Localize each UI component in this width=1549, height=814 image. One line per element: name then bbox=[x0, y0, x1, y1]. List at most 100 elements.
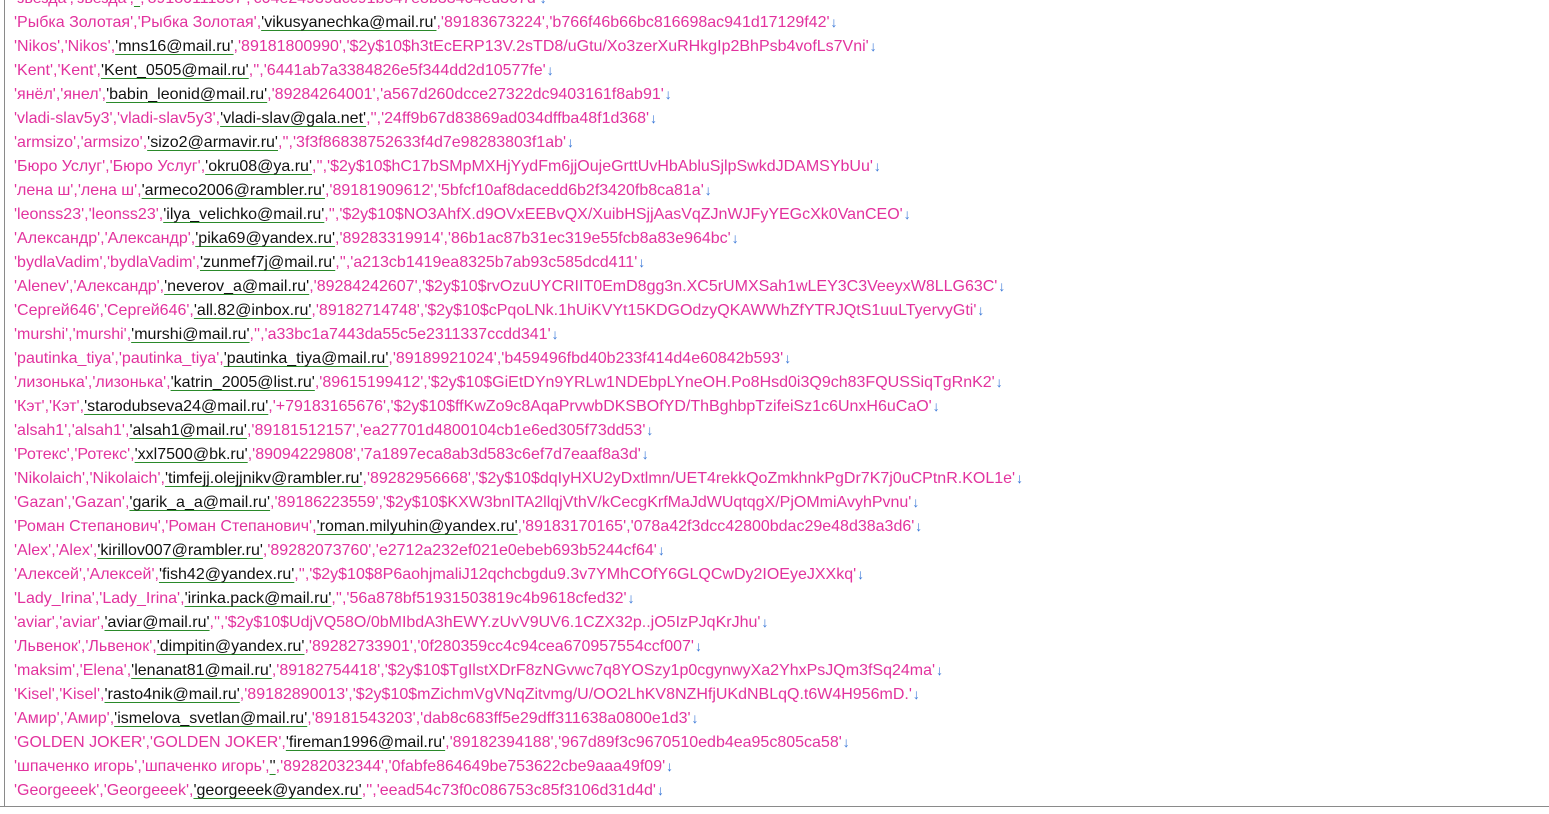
text-line[interactable]: 'Kisel','Kisel','rasto4nik@mail.ru','891… bbox=[14, 682, 1549, 706]
email-link[interactable]: 'fish42@yandex.ru' bbox=[159, 566, 294, 583]
text-line[interactable]: 'янёл','янел','babin_leonid@mail.ru','89… bbox=[14, 82, 1549, 106]
text-line[interactable]: 'Кэт','Кэт','starodubseva24@mail.ru','+7… bbox=[14, 394, 1549, 418]
text-line[interactable]: 'Рыбка Золотая','Рыбка Золотая','vikusya… bbox=[14, 10, 1549, 34]
text-line[interactable]: 'звезда','звезда','','89180111357','c04e… bbox=[14, 0, 1549, 10]
text-line[interactable]: 'лена ш','лена ш','armeco2006@rambler.ru… bbox=[14, 178, 1549, 202]
text-line[interactable]: 'GOLDEN JOKER','GOLDEN JOKER','fireman19… bbox=[14, 730, 1549, 754]
email-link[interactable]: 'pautinka_tiya@mail.ru' bbox=[224, 350, 389, 367]
line-end-icon: ↓ bbox=[977, 302, 985, 318]
email-link[interactable]: 'neverov_a@mail.ru' bbox=[164, 278, 309, 295]
field-value: '89283319914' bbox=[339, 230, 444, 247]
text-line[interactable]: 'Alenev','Александр','neverov_a@mail.ru'… bbox=[14, 274, 1549, 298]
email-link[interactable]: 'fireman1996@mail.ru' bbox=[286, 734, 445, 751]
field-value: 'bydlaVadim' bbox=[14, 254, 103, 271]
text-line[interactable]: 'vladi-slav5y3','vladi-slav5y3','vladi-s… bbox=[14, 106, 1549, 130]
email-link[interactable]: 'vikusyanechka@mail.ru' bbox=[261, 14, 436, 31]
email-link[interactable]: 'all.82@inbox.ru' bbox=[194, 302, 312, 319]
field-value: '56a878bf51931503819c4b9618cfed32' bbox=[346, 590, 627, 607]
email-link[interactable]: 'Kent_0505@mail.ru' bbox=[101, 62, 249, 79]
text-line[interactable]: 'pautinka_tiya','pautinka_tiya','pautink… bbox=[14, 346, 1549, 370]
text-line[interactable]: 'aviar','aviar','aviar@mail.ru','','$2y$… bbox=[14, 610, 1549, 634]
email-link[interactable]: 'ilya_velichko@mail.ru' bbox=[163, 206, 324, 223]
field-value: 'leonss23' bbox=[14, 206, 85, 223]
field-value: 'Kent' bbox=[57, 62, 97, 79]
email-link[interactable]: 'garik_a_a@mail.ru' bbox=[129, 494, 270, 511]
email-link[interactable]: 'kirillov007@rambler.ru' bbox=[97, 542, 263, 559]
text-line[interactable]: 'Александр','Александр','pika69@yandex.r… bbox=[14, 226, 1549, 250]
email-link[interactable]: 'okru08@ya.ru' bbox=[205, 158, 312, 175]
email-link[interactable]: 'xxl7500@bk.ru' bbox=[135, 446, 248, 463]
email-link[interactable]: 'georgeeek@yandex.ru' bbox=[193, 782, 361, 799]
line-end-icon: ↓ bbox=[932, 398, 940, 414]
text-line[interactable]: 'Бюро Услуг','Бюро Услуг','okru08@ya.ru'… bbox=[14, 154, 1549, 178]
text-line[interactable]: 'Львенок','Львенок','dimpitin@yandex.ru'… bbox=[14, 634, 1549, 658]
text-line[interactable]: 'Gazan','Gazan','garik_a_a@mail.ru','891… bbox=[14, 490, 1549, 514]
field-value: 'bydlaVadim' bbox=[106, 254, 196, 271]
text-line[interactable]: 'Georgeeek','Georgeeek','georgeeek@yande… bbox=[14, 778, 1549, 802]
email-link[interactable]: 'timfejj.olejjnikv@rambler.ru' bbox=[165, 470, 363, 487]
field-value: 'Kisel' bbox=[14, 686, 55, 703]
field-value: '89183170165' bbox=[522, 518, 627, 535]
email-link[interactable]: 'starodubseva24@mail.ru' bbox=[84, 398, 268, 415]
email-link[interactable]: 'dimpitin@yandex.ru' bbox=[157, 638, 305, 655]
line-end-icon: ↓ bbox=[646, 422, 654, 438]
text-line[interactable]: 'Nikolaich','Nikolaich','timfejj.olejjni… bbox=[14, 466, 1549, 490]
email-link[interactable]: 'armeco2006@rambler.ru' bbox=[142, 182, 325, 199]
field-value: '5bfcf10af8dacedd6b2f3420fb8ca81a' bbox=[437, 182, 704, 199]
field-value: '+79183165676' bbox=[272, 398, 387, 415]
text-line[interactable]: 'шпаченко игорь','шпаченко игорь','','89… bbox=[14, 754, 1549, 778]
field-value: 'Роман Степанович' bbox=[165, 518, 313, 535]
text-line[interactable]: 'лизонька','лизонька','katrin_2005@list.… bbox=[14, 370, 1549, 394]
email-link[interactable]: 'roman.milyuhin@yandex.ru' bbox=[317, 518, 518, 535]
text-line[interactable]: 'Алексей','Алексей','fish42@yandex.ru','… bbox=[14, 562, 1549, 586]
line-end-icon: ↓ bbox=[650, 110, 658, 126]
field-value: 'alsah1' bbox=[71, 422, 125, 439]
field-value: '$2y$10$UdjVQ58O/0bMIbdA3hEWY.zUvV9UV6.1… bbox=[224, 614, 761, 631]
email-link[interactable]: 'lenanat81@mail.ru' bbox=[131, 662, 272, 679]
email-link[interactable]: 'irinka.pack@mail.ru' bbox=[185, 590, 332, 607]
field-value: 'Kisel' bbox=[59, 686, 101, 703]
field-value: '$2y$10$ffKwZo9c8AqaPrvwbDKSBOfYD/ThBghb… bbox=[390, 398, 932, 415]
field-value: 'Львенок' bbox=[85, 638, 153, 655]
line-end-icon: ↓ bbox=[912, 494, 920, 510]
field-value: '$2y$10$8P6aohjmaliJ12qchcbgdu9.3v7YMhCO… bbox=[309, 566, 857, 583]
text-line[interactable]: 'alsah1','alsah1','alsah1@mail.ru','8918… bbox=[14, 418, 1549, 442]
line-end-icon: ↓ bbox=[761, 614, 769, 630]
field-value: '7a1897eca8ab3d583c6ef7d7eaaf8a3d' bbox=[360, 446, 641, 463]
text-line[interactable]: 'bydlaVadim','bydlaVadim','zunmef7j@mail… bbox=[14, 250, 1549, 274]
field-value: 'Алексей' bbox=[86, 566, 155, 583]
field-value: 'Georgeeek' bbox=[14, 782, 100, 799]
text-line[interactable]: 'leonss23','leonss23','ilya_velichko@mai… bbox=[14, 202, 1549, 226]
text-editor[interactable]: 'звезда','звезда','','89180111357','c04e… bbox=[0, 0, 1549, 814]
email-link[interactable]: 'pika69@yandex.ru' bbox=[195, 230, 335, 247]
field-value: 'b459496fbd40b233f414d4e60842b593' bbox=[501, 350, 784, 367]
text-line[interactable]: 'maksim','Elena','lenanat81@mail.ru','89… bbox=[14, 658, 1549, 682]
email-link[interactable]: 'rasto4nik@mail.ru' bbox=[105, 686, 240, 703]
email-link[interactable]: 'mns16@mail.ru' bbox=[115, 38, 233, 55]
line-end-icon: ↓ bbox=[857, 566, 865, 582]
text-line[interactable]: 'Ротекс','Ротекс','xxl7500@bk.ru','89094… bbox=[14, 442, 1549, 466]
line-end-icon: ↓ bbox=[567, 134, 575, 150]
email-link[interactable]: 'zunmef7j@mail.ru' bbox=[200, 254, 335, 271]
email-link[interactable]: 'alsah1@mail.ru' bbox=[129, 422, 247, 439]
email-link[interactable]: 'sizo2@armavir.ru' bbox=[147, 134, 278, 151]
text-line[interactable]: 'Lady_Irina','Lady_Irina','irinka.pack@m… bbox=[14, 586, 1549, 610]
text-line[interactable]: 'Сергей646','Сергей646','all.82@inbox.ru… bbox=[14, 298, 1549, 322]
email-link[interactable]: 'babin_leonid@mail.ru' bbox=[106, 86, 267, 103]
email-link[interactable]: 'murshi@mail.ru' bbox=[131, 326, 249, 343]
email-link[interactable]: 'ismelova_svetlan@mail.ru' bbox=[114, 710, 307, 727]
email-link[interactable]: 'vladi-slav@gala.net' bbox=[220, 110, 366, 127]
email-link[interactable]: 'katrin_2005@list.ru' bbox=[171, 374, 315, 391]
field-value: '078a42f3dcc42800bdac29e48d38a3d6' bbox=[630, 518, 915, 535]
field-value: '89181909612' bbox=[329, 182, 434, 199]
text-line[interactable]: 'Nikos','Nikos','mns16@mail.ru','8918180… bbox=[14, 34, 1549, 58]
text-line[interactable]: 'murshi','murshi','murshi@mail.ru','','a… bbox=[14, 322, 1549, 346]
text-line[interactable]: 'armsizo','armsizo','sizo2@armavir.ru','… bbox=[14, 130, 1549, 154]
text-line[interactable]: 'Kent','Kent','Kent_0505@mail.ru','','64… bbox=[14, 58, 1549, 82]
line-end-icon: ↓ bbox=[656, 782, 664, 798]
text-line[interactable]: 'Роман Степанович','Роман Степанович','r… bbox=[14, 514, 1549, 538]
text-line[interactable]: 'Alex','Alex','kirillov007@rambler.ru','… bbox=[14, 538, 1549, 562]
email-link[interactable]: 'aviar@mail.ru' bbox=[105, 614, 210, 631]
field-value: 'Gazan' bbox=[71, 494, 125, 511]
text-line[interactable]: 'Амир','Амир','ismelova_svetlan@mail.ru'… bbox=[14, 706, 1549, 730]
